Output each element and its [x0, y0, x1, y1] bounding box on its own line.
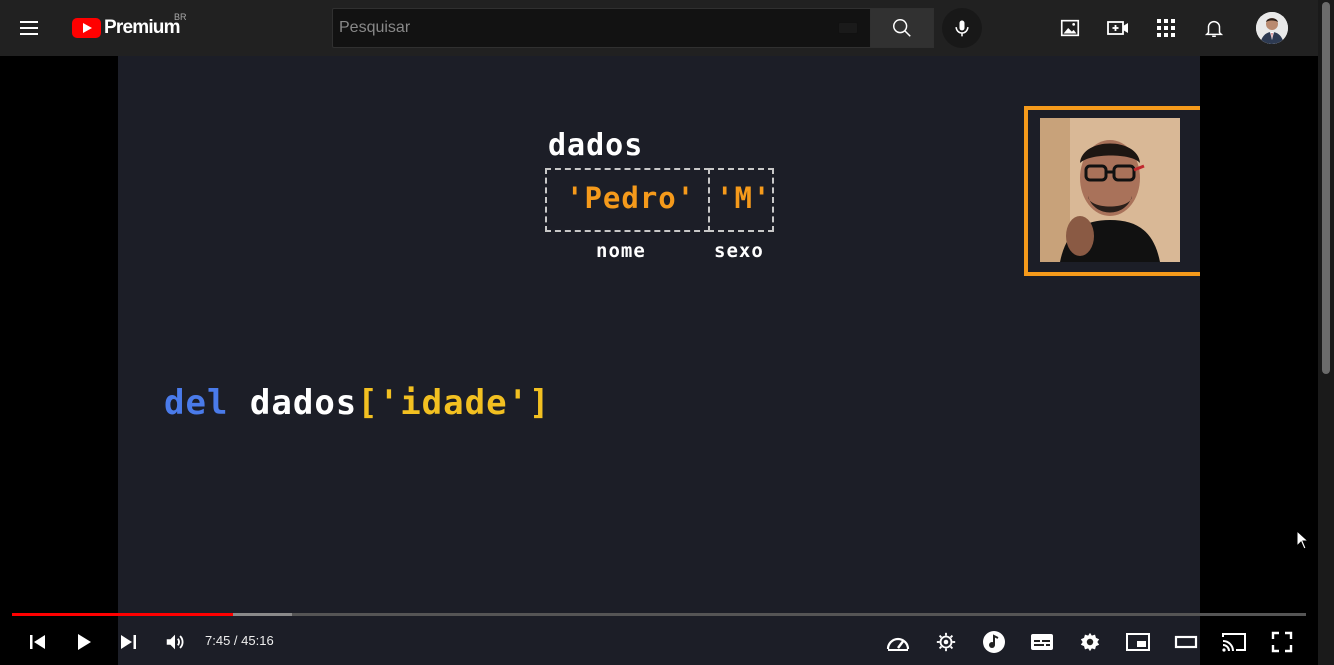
page-scrollbar[interactable] — [1318, 0, 1334, 665]
speed-icon[interactable] — [884, 628, 912, 656]
search-input[interactable] — [333, 9, 870, 47]
settings-icon[interactable] — [1076, 628, 1104, 656]
cast-icon[interactable] — [1220, 628, 1248, 656]
miniplayer-icon[interactable] — [1124, 628, 1152, 656]
image-icon[interactable] — [1058, 16, 1082, 40]
volume-icon[interactable] — [161, 628, 189, 656]
mic-icon — [955, 20, 969, 37]
time-display: 7:45 / 45:16 — [205, 633, 274, 648]
webcam-overlay — [1024, 106, 1200, 276]
subtitles-icon[interactable] — [1028, 628, 1056, 656]
fullscreen-icon[interactable] — [1268, 628, 1296, 656]
code-line: del dados['idade'] — [164, 383, 551, 423]
code-keyword: del — [164, 383, 229, 423]
progress-bar[interactable] — [12, 613, 1306, 616]
menu-icon[interactable] — [20, 16, 52, 40]
music-icon[interactable] — [980, 628, 1008, 656]
dict-label: dados — [548, 128, 644, 163]
top-bar: Premium BR — [0, 0, 1318, 56]
key-name: nome — [596, 240, 646, 262]
code-variable: dados — [249, 383, 358, 423]
code-index: ['idade'] — [357, 383, 551, 423]
sponsor-icon[interactable] — [932, 628, 960, 656]
search-button[interactable] — [870, 8, 934, 48]
video-frame[interactable]: dados 'Pedro' 'M' nome sexo del dados['i… — [118, 56, 1200, 665]
logo-text: Premium — [104, 17, 181, 38]
key-sex: sexo — [714, 240, 764, 262]
scrollbar-thumb[interactable] — [1322, 2, 1330, 374]
search-box — [332, 8, 871, 48]
play-icon[interactable] — [70, 628, 98, 656]
bell-icon[interactable] — [1202, 16, 1226, 40]
value-sex: 'M' — [716, 181, 772, 215]
value-name: 'Pedro' — [566, 181, 696, 215]
search-icon — [893, 19, 911, 37]
mouse-cursor-icon — [1296, 530, 1308, 550]
youtube-icon — [72, 18, 101, 38]
youtube-premium-logo[interactable]: Premium BR — [72, 12, 187, 40]
apps-icon[interactable] — [1154, 16, 1178, 40]
next-icon[interactable] — [114, 628, 142, 656]
progress-played — [12, 613, 234, 616]
create-video-icon[interactable] — [1106, 16, 1130, 40]
keyboard-icon[interactable] — [838, 22, 858, 34]
theater-icon[interactable] — [1172, 628, 1200, 656]
previous-icon[interactable] — [24, 628, 52, 656]
logo-region: BR — [174, 12, 187, 22]
voice-search-button[interactable] — [942, 8, 982, 48]
presenter-image — [1040, 118, 1180, 262]
avatar[interactable] — [1256, 12, 1288, 44]
